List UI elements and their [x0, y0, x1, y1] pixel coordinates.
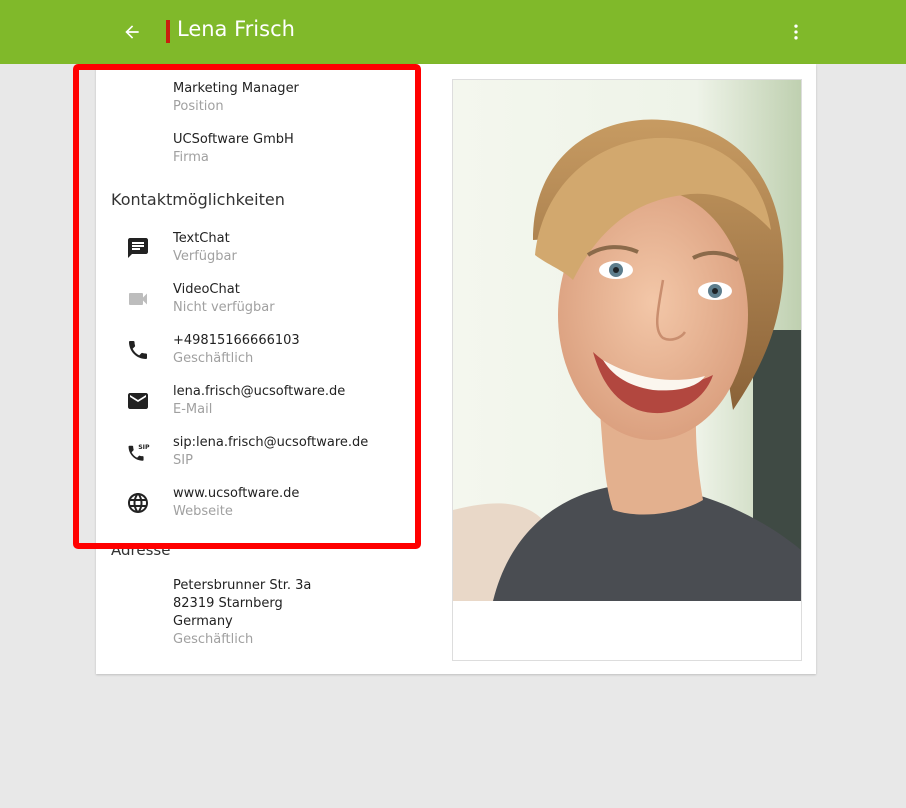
contact-photo — [453, 80, 801, 601]
contact-heading: Kontaktmöglichkeiten — [111, 190, 285, 209]
back-button[interactable] — [118, 18, 146, 46]
phone-icon — [125, 337, 151, 363]
company-value: UCSoftware GmbH — [173, 132, 294, 147]
company-label: Firma — [173, 150, 209, 165]
email-address: lena.frisch@ucsoftware.de — [173, 384, 346, 399]
sip-phone-icon: SIP — [125, 439, 151, 465]
contact-item-videochat[interactable]: VideoChat Nicht verfügbar — [173, 281, 275, 317]
email-type: E-Mail — [173, 402, 213, 417]
contact-item-email[interactable]: lena.frisch@ucsoftware.de E-Mail — [173, 383, 345, 419]
position-item: Marketing Manager Position — [173, 80, 299, 116]
position-label: Position — [173, 99, 224, 114]
chat-icon — [125, 235, 151, 261]
videocam-icon — [125, 286, 151, 312]
position-value: Marketing Manager — [173, 81, 299, 96]
address-city: 82319 Starnberg — [173, 596, 283, 611]
contact-item-sip[interactable]: sip:lena.frisch@ucsoftware.de SIP — [173, 434, 368, 470]
website-type: Webseite — [173, 504, 233, 519]
address-type: Geschäftlich — [173, 632, 254, 647]
videochat-status: Nicht verfügbar — [173, 300, 275, 315]
more-vert-icon — [794, 24, 798, 40]
textchat-status: Verfügbar — [173, 249, 237, 264]
svg-text:SIP: SIP — [138, 444, 150, 451]
website-url: www.ucsoftware.de — [173, 486, 300, 501]
sip-type: SIP — [173, 453, 193, 468]
phone-type: Geschäftlich — [173, 351, 254, 366]
contact-item-phone[interactable]: +49815166666103 Geschäftlich — [173, 332, 300, 368]
more-options-button[interactable] — [784, 18, 808, 46]
videochat-label: VideoChat — [173, 282, 240, 297]
arrow-back-icon — [125, 25, 139, 39]
textchat-label: TextChat — [173, 231, 230, 246]
app-bar: Lena Frisch — [0, 0, 906, 64]
address-street: Petersbrunner Str. 3a — [173, 578, 312, 593]
company-item: UCSoftware GmbH Firma — [173, 131, 294, 167]
sip-address: sip:lena.frisch@ucsoftware.de — [173, 435, 369, 450]
photo-frame — [452, 79, 802, 661]
address-country: Germany — [173, 614, 233, 629]
title-accent-bar — [166, 20, 170, 43]
address-item[interactable]: Petersbrunner Str. 3a 82319 Starnberg Ge… — [173, 577, 311, 649]
contact-item-website[interactable]: www.ucsoftware.de Webseite — [173, 485, 299, 521]
address-heading: Adresse — [111, 541, 171, 559]
contact-item-textchat[interactable]: TextChat Verfügbar — [173, 230, 237, 266]
page-title: Lena Frisch — [177, 17, 295, 41]
globe-icon — [125, 490, 151, 516]
phone-number: +49815166666103 — [173, 333, 300, 348]
contact-card: Marketing Manager Position UCSoftware Gm… — [96, 64, 816, 674]
email-icon — [125, 388, 151, 414]
